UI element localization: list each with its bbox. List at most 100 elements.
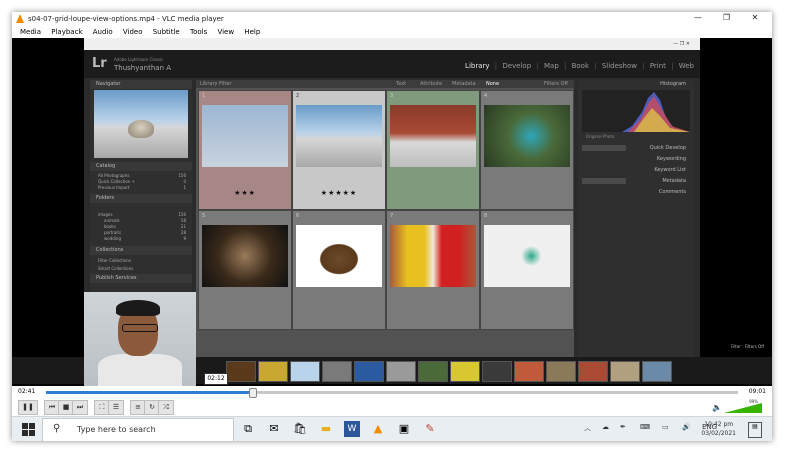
speaker-icon[interactable]: 🔈: [712, 403, 722, 412]
mail-icon[interactable]: ✉: [266, 421, 282, 437]
catalog-header: Catalog: [90, 162, 192, 171]
presenter-webcam: [84, 292, 196, 386]
film-thumb: [354, 361, 384, 382]
cat-thumb: [202, 225, 288, 287]
windows-start-icon[interactable]: [22, 423, 35, 436]
film-thumb: [386, 361, 416, 382]
keywording-row: Keywording: [656, 156, 686, 162]
menu-playback[interactable]: Playback: [51, 28, 82, 36]
module-map: Map: [543, 62, 559, 70]
maximize-button[interactable]: ❐: [713, 13, 739, 22]
comments-row: Comments: [658, 189, 686, 195]
film-thumb: [418, 361, 448, 382]
player-controls: ❚❚ ⏮ ■ ⏭ ⛶ ☰ ≡ ↻ ⤮ 🔈 99%: [12, 398, 772, 416]
menu-video[interactable]: Video: [123, 28, 143, 36]
tray-chevron-icon[interactable]: ︿: [584, 423, 591, 433]
file-explorer-icon[interactable]: ▬: [318, 421, 334, 437]
keyboard-icon[interactable]: ⌨: [640, 423, 650, 431]
volume-control[interactable]: 🔈 99%: [712, 399, 764, 413]
paint-icon[interactable]: ✎: [422, 421, 438, 437]
taskbar-clock[interactable]: 10:42 pm 03/02/2021: [701, 420, 736, 438]
clock-time: 10:42 pm: [704, 421, 734, 428]
video-area[interactable]: — ❐ ✕ Lr Adobe Lightroom Classic Thushya…: [12, 38, 772, 386]
metadata-dropdown: [582, 178, 626, 184]
minimize-button[interactable]: —: [685, 13, 711, 22]
search-icon: ⚲: [53, 423, 61, 434]
film-thumb: [226, 361, 256, 382]
presenter-shirt: [98, 354, 182, 386]
taskbar-search[interactable]: ⚲ Type here to search: [42, 418, 234, 441]
window-title: s04-07-grid-loupe-view-options.mp4 - VLC…: [28, 15, 224, 23]
menu-bar: Media Playback Audio Video Subtitle Tool…: [12, 26, 772, 38]
volume-tray-icon[interactable]: 🔊: [682, 423, 691, 431]
lightroom-os-titlebar: — ❐ ✕: [84, 38, 700, 50]
module-slideshow: Slideshow: [601, 62, 637, 70]
grid-cell-4: 4: [480, 90, 574, 210]
onedrive-icon[interactable]: ☁: [602, 423, 609, 431]
module-develop: Develop: [502, 62, 532, 70]
window-controls: — ❐ ✕: [685, 13, 768, 22]
presenter-glasses: [122, 324, 158, 332]
grid-cell-2: 2 ★★★★★: [292, 90, 386, 210]
menu-media[interactable]: Media: [20, 28, 41, 36]
title-bar: s04-07-grid-loupe-view-options.mp4 - VLC…: [12, 12, 772, 26]
film-thumb: [258, 361, 288, 382]
pause-button[interactable]: ❚❚: [18, 400, 38, 415]
navigator-preview: [94, 90, 188, 158]
seek-handle[interactable]: [248, 388, 257, 398]
seek-progress: [46, 391, 252, 394]
word-icon[interactable]: W: [344, 421, 360, 437]
quick-develop-row: Quick Develop: [578, 144, 694, 153]
module-book: Book: [571, 62, 589, 70]
film-thumb: [514, 361, 544, 382]
lr-user-name: Thushyanthan A: [114, 64, 172, 72]
current-time: 02:41: [18, 388, 36, 395]
histogram-header: Histogram: [660, 81, 686, 87]
lr-window-controls-icon: — ❐ ✕: [673, 41, 690, 47]
hummingbird-thumb: [484, 105, 570, 167]
preset-dropdown: [582, 145, 626, 151]
menu-help[interactable]: Help: [244, 28, 260, 36]
store-icon[interactable]: 🛍: [292, 421, 308, 437]
lr-right-panel: Histogram Original Photo Quick Develop K…: [578, 80, 694, 380]
keyword-list-row: Keyword List: [654, 167, 686, 173]
shuffle-button[interactable]: ⤮: [158, 400, 174, 415]
book-thumb: [296, 225, 382, 287]
navigator-header: Navigator: [90, 80, 192, 89]
histogram-graph-icon: [582, 92, 690, 132]
module-picker: Library | Develop | Map | Book | Slidesh…: [465, 62, 694, 70]
film-thumb: [642, 361, 672, 382]
menu-audio[interactable]: Audio: [93, 28, 113, 36]
menu-subtitle[interactable]: Subtitle: [153, 28, 180, 36]
menu-tools[interactable]: Tools: [190, 28, 207, 36]
menu-view[interactable]: View: [217, 28, 234, 36]
seek-slider[interactable]: [46, 388, 738, 398]
pen-icon[interactable]: ✒: [620, 423, 626, 431]
task-view-icon[interactable]: ⧉: [240, 421, 256, 437]
windows-taskbar: ⚲ Type here to search ⧉ ✉ 🛍 ▬ W ▲ ▣ ✎ ︿ …: [12, 416, 772, 441]
clock-date: 03/02/2021: [701, 430, 736, 437]
film-thumb: [322, 361, 352, 382]
original-photo-label: Original Photo: [586, 134, 615, 139]
photos-icon[interactable]: ▣: [396, 421, 412, 437]
notifications-icon[interactable]: ▤: [748, 422, 762, 438]
hover-time-tooltip: 02:12: [204, 373, 228, 385]
volume-percent: 99%: [749, 399, 758, 404]
man-on-ground-thumb: [390, 105, 476, 167]
search-placeholder: Type here to search: [77, 425, 156, 434]
network-icon[interactable]: ▭: [662, 423, 669, 431]
module-web: Web: [678, 62, 694, 70]
module-print: Print: [649, 62, 666, 70]
module-library: Library: [465, 62, 490, 70]
film-thumb: [546, 361, 576, 382]
presenter-hair: [116, 300, 160, 316]
vlc-taskbar-icon[interactable]: ▲: [370, 421, 386, 437]
grid-cell-6: 6: [292, 210, 386, 330]
next-button[interactable]: ⏭: [72, 400, 88, 415]
film-thumb: [610, 361, 640, 382]
close-button[interactable]: ✕: [742, 13, 768, 22]
extended-settings-button[interactable]: ☰: [108, 400, 124, 415]
metadata-row: Metadata: [578, 177, 694, 186]
film-thumb: [578, 361, 608, 382]
volume-slider[interactable]: [724, 403, 762, 413]
